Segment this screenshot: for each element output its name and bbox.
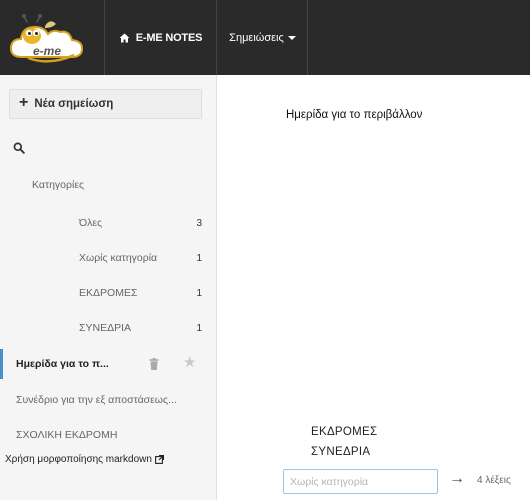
e-me-logo xyxy=(9,14,84,63)
note-title[interactable]: Ημερίδα για το περιβάλλον xyxy=(286,109,422,121)
brand-label: E-ME NOTES xyxy=(135,31,203,44)
external-link-icon xyxy=(154,455,164,464)
category-count: 3 xyxy=(196,218,202,229)
word-count: 4 λέξεις xyxy=(477,475,511,486)
note-item-active[interactable]: Ημερίδα για το π... ★ xyxy=(0,349,217,379)
category-option[interactable]: ΣΥΝΕΔΡΙΑ xyxy=(296,442,436,462)
search-icon[interactable] xyxy=(13,142,25,154)
category-label: Όλες xyxy=(79,217,103,229)
logo-text: e-me xyxy=(33,44,62,58)
new-note-label: Νέα σημείωση xyxy=(34,98,114,110)
active-indicator xyxy=(0,349,3,379)
category-label: Χωρίς κατηγορία xyxy=(79,252,158,264)
home-brand-link[interactable]: E-ME NOTES xyxy=(105,0,217,75)
note-item[interactable]: ΣΧΟΛΙΚΗ ΕΚΔΡΟΜΗ xyxy=(16,429,117,441)
top-navbar: e-me E-ME NOTES Σημειώσεις xyxy=(0,0,530,75)
category-label: ΣΥΝΕΔΡΙΑ xyxy=(79,322,132,334)
sidebar: + Νέα σημείωση Κατηγορίες Όλες 3 Χωρίς κ… xyxy=(0,75,217,500)
note-title-label: Ημερίδα για το π... xyxy=(16,358,109,370)
category-input[interactable] xyxy=(283,469,438,494)
categories-heading[interactable]: Κατηγορίες xyxy=(32,179,84,191)
notes-menu-label: Σημειώσεις xyxy=(229,31,284,44)
category-option[interactable]: ΕΚΔΡΟΜΕΣ xyxy=(296,422,436,442)
category-count: 1 xyxy=(196,288,202,299)
category-label: ΕΚΔΡΟΜΕΣ xyxy=(79,287,138,299)
category-suggestions: ΕΚΔΡΟΜΕΣ ΣΥΝΕΔΡΙΑ xyxy=(296,422,436,462)
category-count: 1 xyxy=(196,253,202,264)
arrow-right-icon[interactable]: → xyxy=(449,471,465,487)
note-item[interactable]: Συνέδριο για την εξ αποστάσεως... xyxy=(16,394,177,406)
plus-icon: + xyxy=(19,94,29,111)
notes-menu-dropdown[interactable]: Σημειώσεις xyxy=(218,0,308,75)
markdown-link-label: Χρήση μορφοποίησης markdown xyxy=(5,454,152,465)
home-icon xyxy=(119,33,130,42)
new-note-button[interactable]: + Νέα σημείωση xyxy=(9,89,202,119)
logo-cell[interactable]: e-me xyxy=(0,0,105,75)
caret-down-icon xyxy=(287,36,296,40)
trash-icon[interactable] xyxy=(149,358,159,370)
star-icon[interactable]: ★ xyxy=(183,355,196,370)
markdown-help-link[interactable]: Χρήση μορφοποίησης markdown xyxy=(5,454,164,465)
category-count: 1 xyxy=(196,323,202,334)
